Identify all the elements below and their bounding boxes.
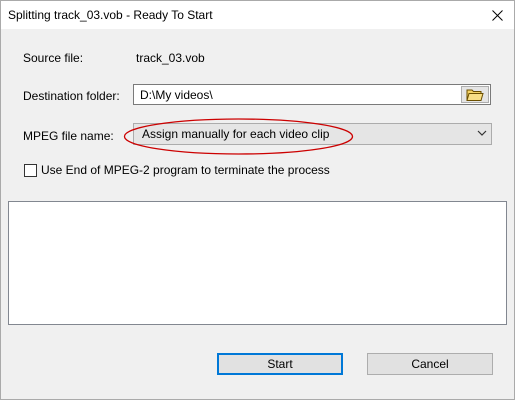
start-button[interactable]: Start [217, 353, 343, 375]
mpeg-file-name-select[interactable]: Assign manually for each video clip [133, 123, 492, 145]
end-of-program-label[interactable]: Use End of MPEG-2 program to terminate t… [41, 163, 330, 177]
mpeg-file-name-selected: Assign manually for each video clip [142, 127, 330, 141]
close-icon [491, 9, 503, 21]
browse-folder-button[interactable] [461, 86, 489, 103]
destination-folder-input[interactable] [133, 84, 491, 105]
folder-icon [466, 89, 484, 101]
close-button[interactable] [480, 1, 514, 29]
source-file-value: track_03.vob [136, 51, 205, 65]
chevron-down-icon [477, 130, 487, 136]
log-output[interactable] [8, 201, 507, 325]
mpeg-file-name-label: MPEG file name: [23, 129, 114, 143]
cancel-button[interactable]: Cancel [367, 353, 493, 375]
destination-folder-label: Destination folder: [23, 89, 120, 103]
dialog-window: Splitting track_03.vob - Ready To Start … [0, 0, 515, 400]
end-of-program-checkbox[interactable] [24, 164, 37, 177]
window-title: Splitting track_03.vob - Ready To Start [8, 8, 213, 22]
source-file-label: Source file: [23, 51, 84, 65]
title-bar: Splitting track_03.vob - Ready To Start [1, 1, 514, 29]
